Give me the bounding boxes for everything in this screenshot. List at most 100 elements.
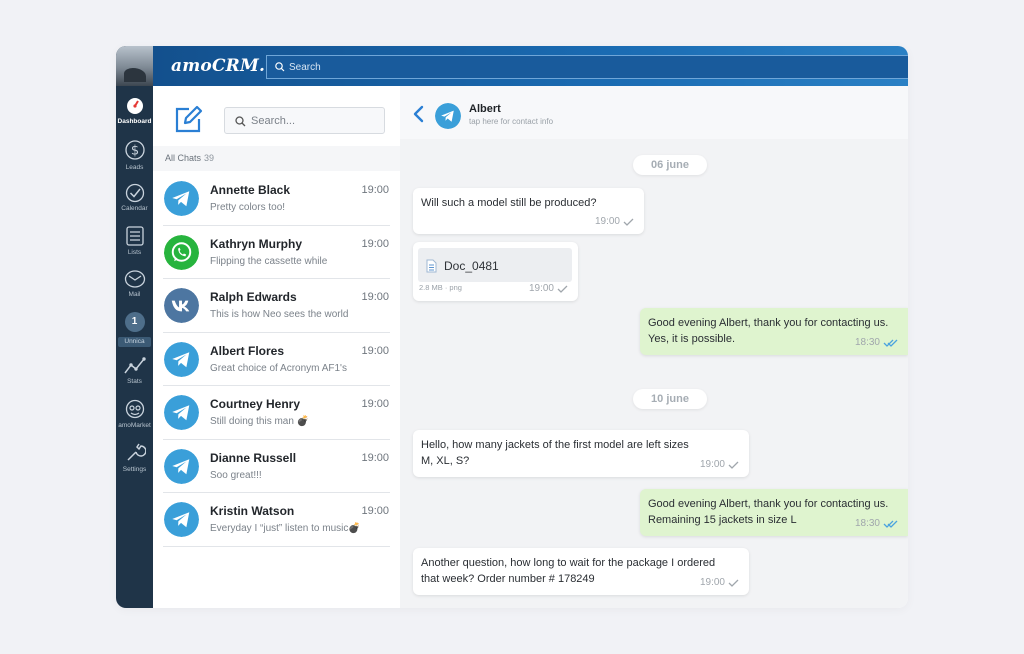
message-time: 19:00 bbox=[699, 577, 725, 588]
chat-name: Kristin Watson bbox=[210, 504, 295, 518]
chat-time: 19:00 bbox=[361, 505, 389, 517]
nav-label: Calendar bbox=[121, 205, 148, 212]
badge-label: Unnica bbox=[118, 337, 151, 347]
file-info: 2.8 MB · png bbox=[419, 283, 462, 292]
contact-name: Albert bbox=[469, 103, 501, 115]
chat-time: 19:00 bbox=[361, 184, 389, 196]
check-icon bbox=[623, 218, 634, 226]
chat-item[interactable]: Dianne Russell 19:00 Soo great!!! bbox=[153, 440, 400, 494]
chat-name: Kathryn Murphy bbox=[210, 236, 303, 251]
chat-item[interactable]: Kristin Watson 19:00 Everyday I “just” l… bbox=[153, 493, 400, 547]
message-time: 19:00 bbox=[594, 216, 620, 227]
conversation-panel: Albert tap here for contact info 06 june… bbox=[400, 86, 908, 608]
message-text: Another question, how long to wait for t… bbox=[421, 557, 716, 585]
message-text: Hello, how many jackets of the first mod… bbox=[421, 439, 689, 467]
message-meta: 19:00 bbox=[700, 457, 739, 473]
nav-label: Stats bbox=[127, 378, 142, 385]
wrench-icon bbox=[126, 443, 146, 461]
message-meta: 18:30 bbox=[855, 335, 898, 351]
all-chats-label: All Chats bbox=[165, 153, 202, 163]
dollar-icon: $ bbox=[124, 140, 145, 160]
chat-item[interactable]: Ralph Edwards 19:00 This is how Neo sees… bbox=[153, 279, 400, 333]
dashboard-icon bbox=[126, 98, 143, 114]
nav-label: Settings bbox=[122, 466, 147, 473]
vk-icon bbox=[164, 288, 199, 323]
global-search[interactable] bbox=[266, 55, 908, 79]
message-meta: 19:00 bbox=[595, 214, 634, 230]
nav-label: Lists bbox=[127, 249, 142, 256]
chat-search-input[interactable] bbox=[251, 112, 376, 130]
telegram-icon bbox=[164, 395, 199, 430]
check-icon bbox=[728, 461, 739, 469]
market-icon bbox=[125, 399, 144, 419]
nav-dashboard[interactable]: Dashboard bbox=[116, 96, 153, 125]
chat-search[interactable] bbox=[224, 107, 385, 134]
chat-item[interactable]: Courtney Henry 19:00 Still doing this ma… bbox=[153, 386, 400, 440]
message-incoming[interactable]: Another question, how long to wait for t… bbox=[413, 548, 749, 595]
all-chats-header: All Chats 39 bbox=[153, 146, 400, 171]
search-icon bbox=[275, 62, 285, 72]
double-check-icon bbox=[883, 520, 898, 528]
nav-label: Dashboard bbox=[117, 118, 152, 125]
chat-item[interactable]: Albert Flores 19:00 Great choice of Acro… bbox=[153, 333, 400, 387]
file-attachment[interactable]: Doc_0481 bbox=[418, 248, 572, 282]
nav-label: Mail bbox=[128, 291, 141, 298]
chat-item[interactable]: Kathryn Murphy 19:00 Flipping the casset… bbox=[153, 226, 400, 280]
message-incoming-file[interactable]: Doc_0481 2.8 MB · png 19:00 bbox=[413, 242, 578, 301]
whatsapp-icon bbox=[164, 234, 199, 270]
nav-amomarket[interactable]: amoMarket bbox=[116, 398, 153, 429]
message-meta: 19:00 bbox=[700, 575, 739, 591]
chat-name: Ralph Edwards bbox=[210, 290, 297, 304]
chat-name: Dianne Russell bbox=[210, 450, 297, 465]
telegram-icon bbox=[164, 502, 199, 537]
message-incoming[interactable]: Will such a model still be produced? 19:… bbox=[413, 188, 644, 234]
user-avatar[interactable] bbox=[116, 46, 153, 86]
conversation-header[interactable]: Albert tap here for contact info bbox=[400, 86, 908, 139]
chat-item[interactable]: Annette Black 19:00 Pretty colors too! bbox=[153, 172, 400, 226]
nav-leads[interactable]: $ Leads bbox=[116, 138, 153, 171]
chat-name: Albert Flores bbox=[210, 343, 285, 358]
chat-items: Annette Black 19:00 Pretty colors too! K… bbox=[153, 172, 400, 547]
message-meta: 18:30 bbox=[855, 516, 898, 532]
message-time: 19:00 bbox=[699, 459, 725, 470]
double-check-icon bbox=[883, 339, 898, 347]
chat-preview: Great choice of Acronym AF1's bbox=[210, 362, 347, 374]
message-incoming[interactable]: Hello, how many jackets of the first mod… bbox=[413, 430, 749, 477]
nav-calendar[interactable]: Calendar bbox=[116, 183, 153, 212]
left-nav-rail: Dashboard $ Leads Calendar Lists Mail 1 … bbox=[116, 46, 153, 608]
contact-info-hint: tap here for contact info bbox=[469, 117, 554, 126]
back-arrow-icon[interactable] bbox=[412, 105, 424, 123]
file-name: Doc_0481 bbox=[444, 259, 499, 273]
chat-time: 19:00 bbox=[361, 451, 389, 464]
message-outgoing[interactable]: Good evening Albert, thank you for conta… bbox=[640, 489, 908, 536]
date-separator: 06 june bbox=[633, 155, 707, 175]
nav-label: Leads bbox=[125, 164, 144, 171]
svg-text:$: $ bbox=[130, 144, 138, 159]
nav-settings[interactable]: Settings bbox=[116, 442, 153, 473]
chat-preview: Soo great!!! bbox=[210, 469, 262, 481]
nav-lists[interactable]: Lists bbox=[116, 225, 153, 256]
check-icon bbox=[728, 579, 739, 587]
new-chat-button[interactable] bbox=[172, 104, 204, 141]
nav-mail[interactable]: Mail bbox=[116, 269, 153, 298]
chat-list-panel: All Chats39 Annette Black 19:00 Pretty c… bbox=[153, 86, 400, 608]
message-time: 19:00 bbox=[528, 283, 554, 294]
nav-stats[interactable]: Stats bbox=[116, 356, 153, 385]
message-meta: 19:00 bbox=[529, 281, 568, 297]
nav-unnica[interactable]: 1 Unnica bbox=[116, 312, 153, 347]
unread-badge: 1 bbox=[124, 312, 145, 332]
all-chats-count: 39 bbox=[204, 153, 215, 163]
chat-name: Annette Black bbox=[210, 183, 291, 197]
check-circle-icon bbox=[125, 183, 144, 203]
chat-preview: Still doing this man 💣 bbox=[210, 416, 310, 427]
chat-time: 19:00 bbox=[361, 344, 389, 357]
top-bar: amoCRM. bbox=[153, 46, 908, 86]
message-text: Will such a model still be produced? bbox=[421, 197, 597, 209]
telegram-icon bbox=[164, 448, 199, 484]
check-icon bbox=[557, 285, 568, 293]
app-logo[interactable]: amoCRM. bbox=[171, 56, 265, 76]
date-separator: 10 june bbox=[633, 389, 707, 409]
global-search-input[interactable] bbox=[289, 58, 589, 76]
chat-preview: This is how Neo sees the world bbox=[210, 309, 349, 320]
message-outgoing[interactable]: Good evening Albert, thank you for conta… bbox=[640, 308, 908, 355]
